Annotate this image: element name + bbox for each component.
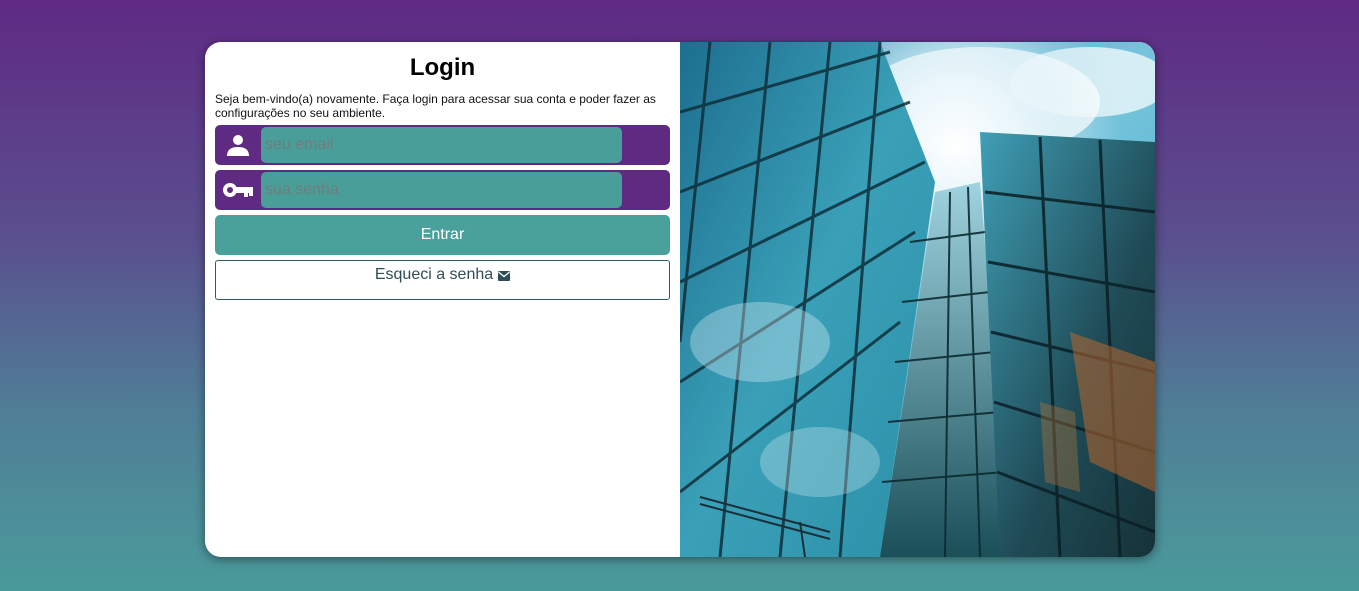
login-button-label: Entrar <box>420 226 465 243</box>
login-card: Login Seja bem-vindo(a) novamente. Faça … <box>205 42 1155 557</box>
user-icon <box>215 125 261 165</box>
email-input[interactable] <box>261 127 622 163</box>
forgot-password-label: Esqueci a senha <box>374 266 494 283</box>
login-button[interactable]: Entrar <box>215 215 670 255</box>
key-icon <box>215 170 261 210</box>
welcome-text: Seja bem-vindo(a) novamente. Faça login … <box>215 92 656 120</box>
forgot-password-button[interactable]: Esqueci a senha <box>215 260 670 300</box>
email-field-row <box>215 125 670 165</box>
building-image <box>680 42 1155 557</box>
password-input[interactable] <box>261 172 622 208</box>
page-title: Login <box>409 54 476 81</box>
mail-icon <box>498 268 511 286</box>
login-panel: Login Seja bem-vindo(a) novamente. Faça … <box>205 42 680 557</box>
password-field-row <box>215 170 670 210</box>
